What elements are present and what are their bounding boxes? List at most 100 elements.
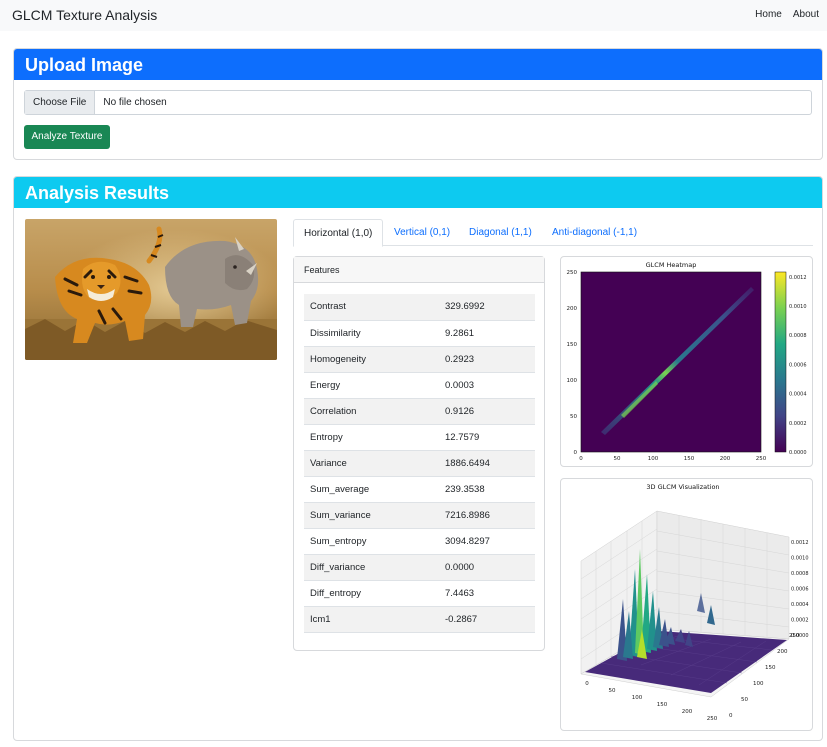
feature-value: 3094.8297 <box>439 528 535 555</box>
heatmap-x-tick: 250 <box>756 456 767 462</box>
results-card: Analysis Results Horizontal (1,0) Vertic… <box>13 176 823 741</box>
colorbar-tick: 0.0006 <box>789 362 807 368</box>
feature-name: Correlation <box>304 398 439 425</box>
surface-x-tick: 50 <box>609 688 616 694</box>
features-title: Features <box>294 257 544 283</box>
feature-row: Sum_variance 7216.8986 <box>304 502 535 529</box>
surface-z-tick: 0.0012 <box>791 540 809 546</box>
feature-name: Diff_variance <box>304 554 439 581</box>
surface-z-tick: 0.0002 <box>791 618 809 624</box>
feature-value: 9.2861 <box>439 320 535 347</box>
feature-name: Icm1 <box>304 606 439 633</box>
tiger-rhino-image <box>25 219 277 360</box>
feature-value: 0.9126 <box>439 398 535 425</box>
colorbar-tick: 0.0008 <box>789 333 807 339</box>
feature-name: Contrast <box>304 294 439 321</box>
heatmap-colorbar <box>774 271 787 453</box>
nav-links: Home About <box>755 9 819 20</box>
choose-file-button[interactable]: Choose File <box>25 91 96 114</box>
tab-anti-diagonal[interactable]: Anti-diagonal (-1,1) <box>542 219 647 246</box>
tab-diagonal[interactable]: Diagonal (1,1) <box>459 219 542 246</box>
heatmap-colorbar-ticks: 0.0000 0.0002 0.0004 0.0006 0.0008 0.0010 0.00… <box>789 275 807 456</box>
heatmap-y-tick: 200 <box>567 306 578 312</box>
feature-name: Homogeneity <box>304 346 439 373</box>
feature-value: 329.6992 <box>439 294 535 321</box>
surface-x-tick: 250 <box>707 716 718 722</box>
feature-name: Sum_entropy <box>304 528 439 555</box>
feature-row: Correlation 0.9126 <box>304 398 535 425</box>
heatmap-x-ticks: 0 50 100 150 200 250 <box>579 456 766 462</box>
feature-value: -0.2867 <box>439 606 535 633</box>
feature-name: Dissimilarity <box>304 320 439 347</box>
colorbar-tick: 0.0012 <box>789 275 807 281</box>
feature-name: Sum_average <box>304 476 439 503</box>
feature-name: Variance <box>304 450 439 477</box>
surface-z-tick: 0.0010 <box>791 556 809 562</box>
heatmap-y-tick: 50 <box>570 414 577 420</box>
surface-y-tick: 250 <box>789 633 800 639</box>
file-input[interactable]: Choose File No file chosen <box>24 90 812 115</box>
tab-horizontal[interactable]: Horizontal (1,0) <box>293 219 384 247</box>
upload-card-title: Upload Image <box>14 49 822 80</box>
surface-y-tick: 100 <box>753 681 764 687</box>
heatmap-y-ticks: 0 50 100 150 200 250 <box>567 270 578 456</box>
features-card: Features Contrast 329.6992 Dissimilarity 9.… <box>293 256 545 651</box>
colorbar-tick: 0.0000 <box>789 450 807 456</box>
feature-name: Sum_variance <box>304 502 439 529</box>
navbar: GLCM Texture Analysis Home About <box>0 0 827 31</box>
uploaded-image-preview <box>25 219 277 360</box>
navbar-brand[interactable]: GLCM Texture Analysis <box>12 7 157 23</box>
glcm-3d-svg: 3D GLCM Visualization 0.00000.00020.0004… <box>580 483 809 722</box>
surface-title: 3D GLCM Visualization <box>646 483 719 491</box>
feature-value: 0.2923 <box>439 346 535 373</box>
colorbar-tick: 0.0010 <box>789 304 807 310</box>
feature-row: Diff_variance 0.0000 <box>304 554 535 581</box>
heatmap-y-tick: 250 <box>567 270 578 276</box>
analyze-texture-button[interactable]: Analyze Texture <box>24 125 110 149</box>
surface-y-tick: 50 <box>741 697 748 703</box>
heatmap-x-tick: 50 <box>614 456 621 462</box>
heatmap-y-tick: 0 <box>574 450 578 456</box>
surface-y-tick: 200 <box>777 649 788 655</box>
tab-vertical[interactable]: Vertical (0,1) <box>384 219 460 246</box>
heatmap-title: GLCM Heatmap <box>646 261 697 269</box>
nav-link-about[interactable]: About <box>793 9 819 20</box>
results-card-title: Analysis Results <box>14 177 822 208</box>
feature-row: Energy 0.0003 <box>304 372 535 399</box>
feature-value: 7.4463 <box>439 580 535 607</box>
feature-row: Diff_entropy 7.4463 <box>304 580 535 607</box>
feature-row: Dissimilarity 9.2861 <box>304 320 535 347</box>
surface-z-tick: 0.0004 <box>791 602 809 608</box>
heatmap-x-tick: 100 <box>648 456 659 462</box>
colorbar-tick: 0.0002 <box>789 421 807 427</box>
heatmap-area <box>580 271 762 453</box>
surface-z-tick: 0.0008 <box>791 571 809 577</box>
surface-y-tick: 0 <box>729 713 733 719</box>
colorbar-tick: 0.0004 <box>789 392 807 398</box>
feature-name: Energy <box>304 372 439 399</box>
feature-row: Contrast 329.6992 <box>304 294 535 321</box>
glcm-3d-plot: 3D GLCM Visualization 0.0000 0.0002 0.00… <box>560 478 813 731</box>
heatmap-y-tick: 100 <box>567 378 578 384</box>
surface-z-ticks: 0.00000.00020.00040.00060.00080.00100.00… <box>791 540 809 639</box>
feature-value: 239.3538 <box>439 476 535 503</box>
direction-tabs: Horizontal (1,0) Vertical (0,1) Diagonal… <box>293 219 813 247</box>
upload-card: Upload Image Choose File No file chosen … <box>13 48 823 160</box>
feature-name: Entropy <box>304 424 439 451</box>
surface-x-tick: 100 <box>632 695 643 701</box>
feature-value: 1886.6494 <box>439 450 535 477</box>
heatmap-x-tick: 150 <box>684 456 695 462</box>
feature-value: 12.7579 <box>439 424 535 451</box>
feature-row: Variance 1886.6494 <box>304 450 535 477</box>
surface-x-tick: 150 <box>657 702 668 708</box>
surface-z-tick: 0.0006 <box>791 587 809 593</box>
nav-link-home[interactable]: Home <box>755 9 782 20</box>
heatmap-x-tick: 0 <box>579 456 583 462</box>
heatmap-y-tick: 150 <box>567 342 578 348</box>
feature-row: Entropy 12.7579 <box>304 424 535 451</box>
feature-row: Icm1 -0.2867 <box>304 606 535 633</box>
feature-value: 0.0000 <box>439 554 535 581</box>
heatmap-x-tick: 200 <box>720 456 731 462</box>
glcm-heatmap: GLCM Heatmap 0 50 100 150 200 250 0 50 100 150 20… <box>560 256 813 467</box>
surface-x-tick: 200 <box>682 709 693 715</box>
